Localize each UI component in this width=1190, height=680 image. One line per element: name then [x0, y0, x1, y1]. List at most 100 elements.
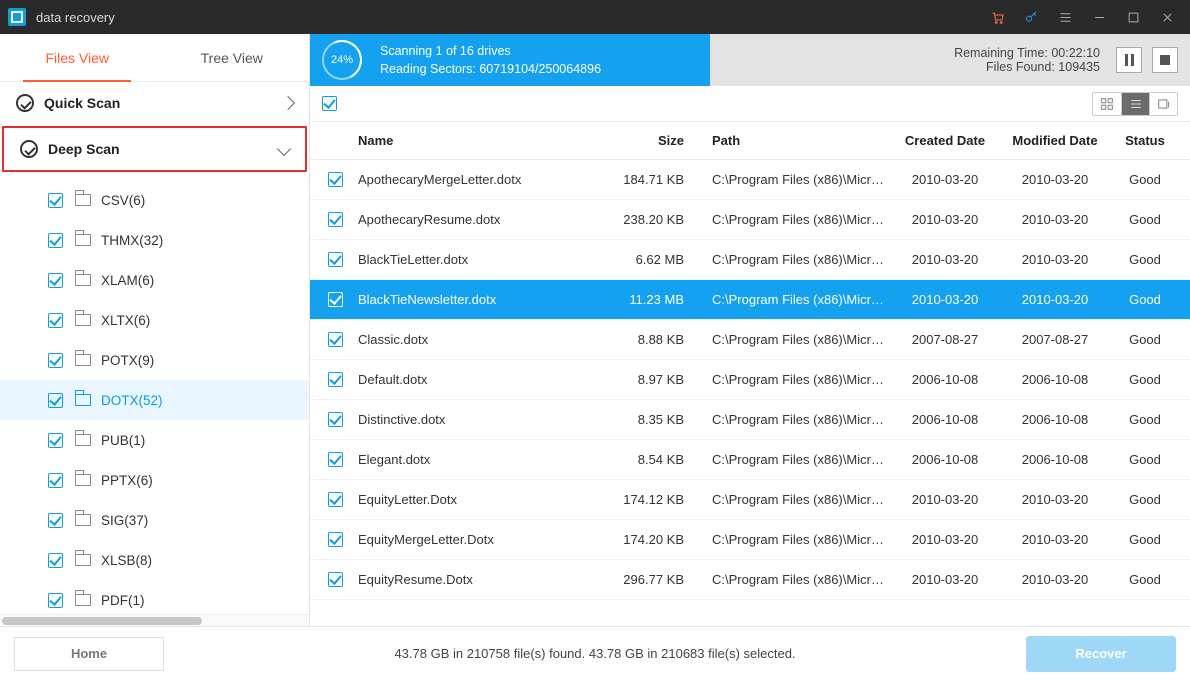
- cell-name: EquityLetter.Dotx: [358, 492, 610, 507]
- tree-item-label: XLSB(8): [101, 553, 152, 568]
- cell-status: Good: [1110, 572, 1180, 587]
- table-row[interactable]: BlackTieNewsletter.dotx11.23 MBC:\Progra…: [310, 280, 1190, 320]
- deep-scan-label: Deep Scan: [48, 141, 120, 157]
- minimize-icon[interactable]: [1082, 0, 1116, 34]
- tree-item[interactable]: PDF(1): [0, 580, 309, 614]
- file-rows[interactable]: ApothecaryMergeLetter.dotx184.71 KBC:\Pr…: [310, 160, 1190, 626]
- cell-size: 11.23 MB: [610, 292, 700, 307]
- select-all-checkbox[interactable]: [322, 96, 337, 111]
- folder-icon: [75, 274, 91, 286]
- tree-item[interactable]: XLSB(8): [0, 540, 309, 580]
- tree-checkbox[interactable]: [48, 593, 63, 608]
- tree-checkbox[interactable]: [48, 233, 63, 248]
- tree-item[interactable]: THMX(32): [0, 220, 309, 260]
- table-row[interactable]: ApothecaryResume.dotx238.20 KBC:\Program…: [310, 200, 1190, 240]
- menu-icon[interactable]: [1048, 0, 1082, 34]
- stop-button[interactable]: [1152, 47, 1178, 73]
- row-checkbox[interactable]: [328, 412, 343, 427]
- tree-item[interactable]: PPTX(6): [0, 460, 309, 500]
- row-checkbox[interactable]: [328, 252, 343, 267]
- table-row[interactable]: Distinctive.dotx8.35 KBC:\Program Files …: [310, 400, 1190, 440]
- tree-item-label: POTX(9): [101, 353, 154, 368]
- tree-item[interactable]: XLAM(6): [0, 260, 309, 300]
- cart-icon[interactable]: [980, 0, 1014, 34]
- recover-button[interactable]: Recover: [1026, 636, 1176, 672]
- tree-checkbox[interactable]: [48, 473, 63, 488]
- tab-tree-view[interactable]: Tree View: [155, 34, 310, 81]
- view-tabs: Files View Tree View: [0, 34, 309, 82]
- tree-item-label: XLAM(6): [101, 273, 154, 288]
- tree-checkbox[interactable]: [48, 193, 63, 208]
- cell-path: C:\Program Files (x86)\Microsoft ...: [700, 372, 890, 387]
- col-size[interactable]: Size: [610, 133, 700, 148]
- file-type-tree[interactable]: CSV(6)THMX(32) XLAM(6) XLTX(6) POTX(9) DOTX(…: [0, 176, 309, 614]
- table-row[interactable]: EquityResume.Dotx296.77 KBC:\Program Fil…: [310, 560, 1190, 600]
- tree-checkbox[interactable]: [48, 553, 63, 568]
- cell-path: C:\Program Files (x86)\Microsoft ...: [700, 252, 890, 267]
- col-created[interactable]: Created Date: [890, 133, 1000, 148]
- cell-size: 6.62 MB: [610, 252, 700, 267]
- footer-status: 43.78 GB in 210758 file(s) found. 43.78 …: [164, 646, 1026, 661]
- cell-name: EquityResume.Dotx: [358, 572, 610, 587]
- table-row[interactable]: BlackTieLetter.dotx6.62 MBC:\Program Fil…: [310, 240, 1190, 280]
- footer: Home 43.78 GB in 210758 file(s) found. 4…: [0, 626, 1190, 680]
- cell-modified: 2010-03-20: [1000, 292, 1110, 307]
- view-preview-button[interactable]: [1149, 93, 1177, 115]
- close-icon[interactable]: [1150, 0, 1184, 34]
- scrollbar-thumb[interactable]: [2, 617, 202, 625]
- cell-name: Elegant.dotx: [358, 452, 610, 467]
- cell-path: C:\Program Files (x86)\Microsoft ...: [700, 212, 890, 227]
- row-checkbox[interactable]: [328, 212, 343, 227]
- tree-item[interactable]: SIG(37): [0, 500, 309, 540]
- tree-checkbox[interactable]: [48, 513, 63, 528]
- view-grid-button[interactable]: [1093, 93, 1121, 115]
- tree-item-label: PPTX(6): [101, 473, 153, 488]
- row-checkbox[interactable]: [328, 372, 343, 387]
- tree-item[interactable]: DOTX(52): [0, 380, 309, 420]
- tree-checkbox[interactable]: [48, 393, 63, 408]
- row-checkbox[interactable]: [328, 572, 343, 587]
- col-name[interactable]: Name: [358, 133, 610, 148]
- tree-checkbox[interactable]: [48, 353, 63, 368]
- col-modified[interactable]: Modified Date: [1000, 133, 1110, 148]
- tree-item[interactable]: PUB(1): [0, 420, 309, 460]
- tree-checkbox[interactable]: [48, 313, 63, 328]
- row-checkbox[interactable]: [328, 292, 343, 307]
- quick-scan-group[interactable]: Quick Scan: [0, 82, 309, 124]
- row-checkbox[interactable]: [328, 452, 343, 467]
- maximize-icon[interactable]: [1116, 0, 1150, 34]
- table-row[interactable]: ApothecaryMergeLetter.dotx184.71 KBC:\Pr…: [310, 160, 1190, 200]
- tree-checkbox[interactable]: [48, 433, 63, 448]
- table-row[interactable]: Default.dotx8.97 KBC:\Program Files (x86…: [310, 360, 1190, 400]
- deep-scan-group[interactable]: Deep Scan: [2, 126, 307, 172]
- stop-icon: [1160, 55, 1170, 65]
- tree-checkbox[interactable]: [48, 273, 63, 288]
- cell-modified: 2006-10-08: [1000, 412, 1110, 427]
- chevron-down-icon: [277, 142, 291, 156]
- cell-name: ApothecaryMergeLetter.dotx: [358, 172, 610, 187]
- key-icon[interactable]: [1014, 0, 1048, 34]
- table-row[interactable]: Classic.dotx8.88 KBC:\Program Files (x86…: [310, 320, 1190, 360]
- table-row[interactable]: Elegant.dotx8.54 KBC:\Program Files (x86…: [310, 440, 1190, 480]
- pause-button[interactable]: [1116, 47, 1142, 73]
- col-path[interactable]: Path: [700, 133, 890, 148]
- col-status[interactable]: Status: [1110, 133, 1180, 148]
- cell-created: 2006-10-08: [890, 372, 1000, 387]
- table-row[interactable]: EquityLetter.Dotx174.12 KBC:\Program Fil…: [310, 480, 1190, 520]
- tree-item[interactable]: POTX(9): [0, 340, 309, 380]
- row-checkbox[interactable]: [328, 332, 343, 347]
- cell-name: BlackTieLetter.dotx: [358, 252, 610, 267]
- table-row[interactable]: EquityMergeLetter.Dotx174.20 KBC:\Progra…: [310, 520, 1190, 560]
- tree-item[interactable]: XLTX(6): [0, 300, 309, 340]
- row-checkbox[interactable]: [328, 532, 343, 547]
- home-button[interactable]: Home: [14, 637, 164, 671]
- tab-files-view[interactable]: Files View: [0, 34, 155, 81]
- row-checkbox[interactable]: [328, 172, 343, 187]
- folder-icon: [75, 554, 91, 566]
- folder-icon: [75, 194, 91, 206]
- view-list-button[interactable]: [1121, 93, 1149, 115]
- row-checkbox[interactable]: [328, 492, 343, 507]
- tree-item[interactable]: CSV(6): [0, 180, 309, 220]
- progress-circle-icon: 24%: [322, 40, 362, 80]
- horizontal-scrollbar[interactable]: [0, 614, 309, 626]
